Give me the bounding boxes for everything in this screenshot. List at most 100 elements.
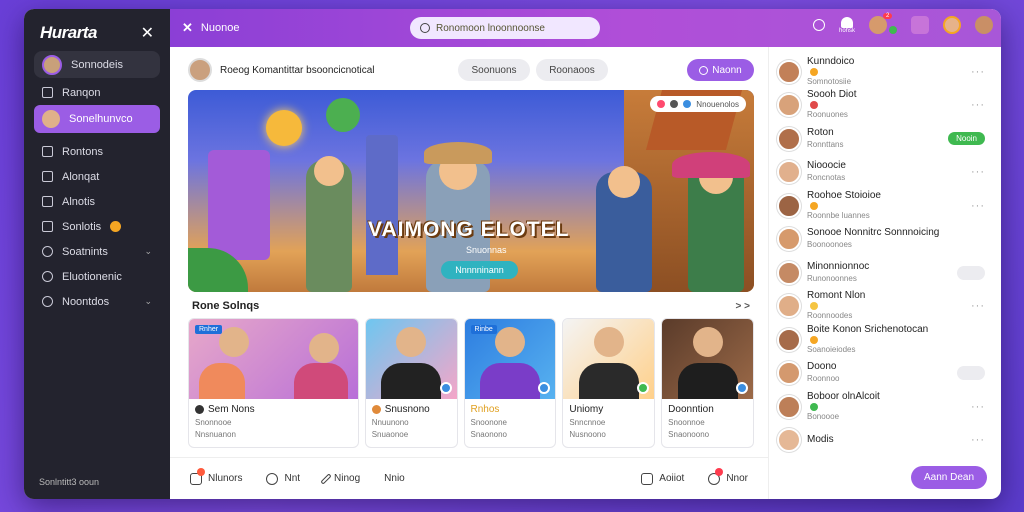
more-options-icon[interactable]: ···: [971, 200, 985, 212]
bottom-item-nnor[interactable]: Nnor: [708, 467, 748, 485]
ghost-button[interactable]: hohsk: [839, 16, 855, 34]
bottom-item-nnio[interactable]: Nnio: [384, 473, 405, 484]
see-more-button[interactable]: > >: [736, 301, 750, 312]
status-dot: [657, 100, 666, 108]
message-row[interactable]: Soooh Diot Roonuones ···: [777, 89, 991, 123]
stream-card[interactable]: Doonntion Snoonnoe Snaonoono: [661, 318, 754, 448]
filter-pill[interactable]: Soonuons: [458, 59, 530, 81]
message-subtext: Runonoonnes: [807, 273, 857, 283]
more-options-icon[interactable]: ···: [971, 166, 985, 178]
avatar[interactable]: [188, 58, 212, 82]
search-input[interactable]: Ronomoon lnoonnoonse: [410, 17, 600, 39]
card-title-text: Snusnono: [384, 404, 430, 415]
logo-row: Hurarta ✕: [24, 9, 170, 47]
message-text: Kunndoico Somnotosiie: [807, 56, 854, 88]
avatar[interactable]: [975, 16, 993, 34]
message-row[interactable]: Modis ···: [777, 424, 991, 458]
card-meta: Nnuunono Snuaonoe: [366, 415, 457, 441]
more-options-icon[interactable]: ···: [971, 66, 985, 78]
globe-icon: [42, 271, 53, 282]
right-panel-cta-button[interactable]: Aann Dean: [911, 466, 987, 489]
hero-tag[interactable]: Nnouenolos: [650, 96, 746, 112]
card-thumbnail: Rnher: [189, 319, 358, 399]
info-icon: [42, 246, 53, 257]
message-row[interactable]: Minonnionnoc Runonoonnes: [777, 256, 991, 290]
brand-icon[interactable]: ✕: [182, 20, 193, 36]
stream-card[interactable]: Snusnono Nnuunono Snuaonoe: [364, 318, 458, 448]
card-title: Snusnono: [366, 399, 457, 415]
stream-card[interactable]: Rnher Sem Nons Snonnooe Nnsnuanon: [188, 318, 359, 448]
card-face: [309, 333, 339, 363]
card-chip: Rinbe: [470, 325, 497, 334]
card-list: Rnher Sem Nons Snonnooe Nnsnuanon Snusno…: [188, 318, 754, 448]
message-subtext: Roncnotas: [807, 173, 846, 183]
stream-card[interactable]: Uniomy Snncnnoe Nusnoono: [562, 318, 656, 448]
sidebar-item-ranqon[interactable]: Ranqon: [34, 80, 160, 105]
message-row[interactable]: Romont Nlon Roonnoodes ···: [777, 290, 991, 324]
message-name: Kunndoico: [807, 55, 855, 67]
toggle-chip[interactable]: [957, 366, 985, 381]
sidebar-item-soatnints[interactable]: Soatnints ⌄: [34, 239, 160, 264]
avatar[interactable]: [943, 16, 961, 34]
message-subtext: Roonnbe luannes: [807, 210, 870, 220]
play-button[interactable]: Nnnnninann: [441, 261, 518, 279]
sidebar-item-active[interactable]: Sonelhunvco: [34, 105, 160, 133]
toggle-chip[interactable]: [957, 265, 985, 280]
close-icon[interactable]: ✕: [141, 23, 154, 43]
sidebar-item-label: Noontdos: [62, 295, 110, 308]
filter-pill[interactable]: Roonaoos: [536, 59, 608, 81]
avatar: [42, 110, 60, 128]
hero-banner[interactable]: Nnouenolos VAIMONG ELOTEL Snuonnas Nnnnn…: [188, 90, 754, 292]
message-row[interactable]: Doono Roonnoo: [777, 357, 991, 391]
message-subtext: Roonnoo: [807, 374, 840, 384]
chevron-down-icon[interactable]: ⌄: [144, 246, 152, 257]
message-row[interactable]: Boite Konon Srichenotocan Soanoieiodes: [777, 323, 991, 357]
primary-button[interactable]: Naonn: [687, 59, 754, 81]
message-row[interactable]: Kunndoico Somnotosiie ···: [777, 55, 991, 89]
more-options-icon[interactable]: ···: [971, 99, 985, 111]
search-icon[interactable]: [812, 19, 825, 31]
sidebar-item-noontdos[interactable]: Noontdos ⌄: [34, 289, 160, 314]
bottom-item-label: Nnio: [384, 473, 405, 484]
notification-dot: [197, 467, 205, 476]
document-icon: [641, 472, 654, 485]
mic-icon[interactable]: [911, 16, 929, 34]
more-options-icon[interactable]: ···: [971, 300, 985, 312]
card-title-text: Uniomy: [569, 404, 604, 415]
sidebar-item-alonqat[interactable]: Alonqat: [34, 164, 160, 189]
message-row[interactable]: Boboor olnAlcoit Bonoooe ···: [777, 390, 991, 424]
message-row[interactable]: Sonooe Nonnitrc Sonnnoicing Boonoonoes: [777, 223, 991, 257]
bottom-item-aoiiot[interactable]: Aoiiot: [641, 472, 684, 485]
message-row[interactable]: Niooocie Roncnotas ···: [777, 156, 991, 190]
sidebar-item-label: Sonnodeis: [71, 58, 123, 71]
message-text: Roton Ronnttans: [807, 127, 843, 151]
notification-avatars[interactable]: 2: [869, 13, 897, 34]
message-subtext: Soanoieiodes: [807, 344, 856, 354]
stream-card[interactable]: Rinbe Rnhos Snoonone Snaonono: [463, 318, 557, 448]
sidebar-item-rontons[interactable]: Rontons: [34, 139, 160, 164]
avatar: [777, 93, 801, 118]
sidebar-item-sonlotis[interactable]: Sonlotis: [34, 214, 160, 239]
avatar: [777, 361, 801, 386]
bottom-item-edit[interactable]: Ninog: [320, 472, 360, 485]
sidebar-item-alnotis[interactable]: Alnotis: [34, 189, 160, 214]
card-title: Doonntion: [662, 399, 753, 415]
search-placeholder: Ronomoon lnoonnoonse: [436, 22, 545, 34]
status-dot: [670, 100, 679, 108]
message-row[interactable]: Roohoe Stoioioe Roonnbe luannes ···: [777, 189, 991, 223]
card-title: Rnhos: [465, 399, 556, 415]
more-options-icon[interactable]: ···: [971, 434, 985, 446]
avatar: [777, 260, 801, 285]
sidebar-item-eluotionenic[interactable]: Eluotionenic: [34, 264, 160, 289]
join-button[interactable]: Nooin: [948, 132, 985, 146]
message-name: Doono: [807, 361, 837, 373]
bottom-item-home[interactable]: Nlunors: [190, 467, 242, 485]
chevron-down-icon[interactable]: ⌄: [144, 296, 152, 307]
sidebar-item-profile[interactable]: Sonnodeis: [34, 51, 160, 78]
message-row[interactable]: Roton Ronnttans Nooin: [777, 122, 991, 156]
bottom-item-shield[interactable]: Nnt: [266, 472, 300, 485]
message-text: Boite Konon Srichenotocan Soanoieiodes: [807, 324, 928, 356]
card-body: [381, 363, 442, 399]
app-logo: Hurarta: [40, 23, 97, 42]
more-options-icon[interactable]: ···: [971, 401, 985, 413]
